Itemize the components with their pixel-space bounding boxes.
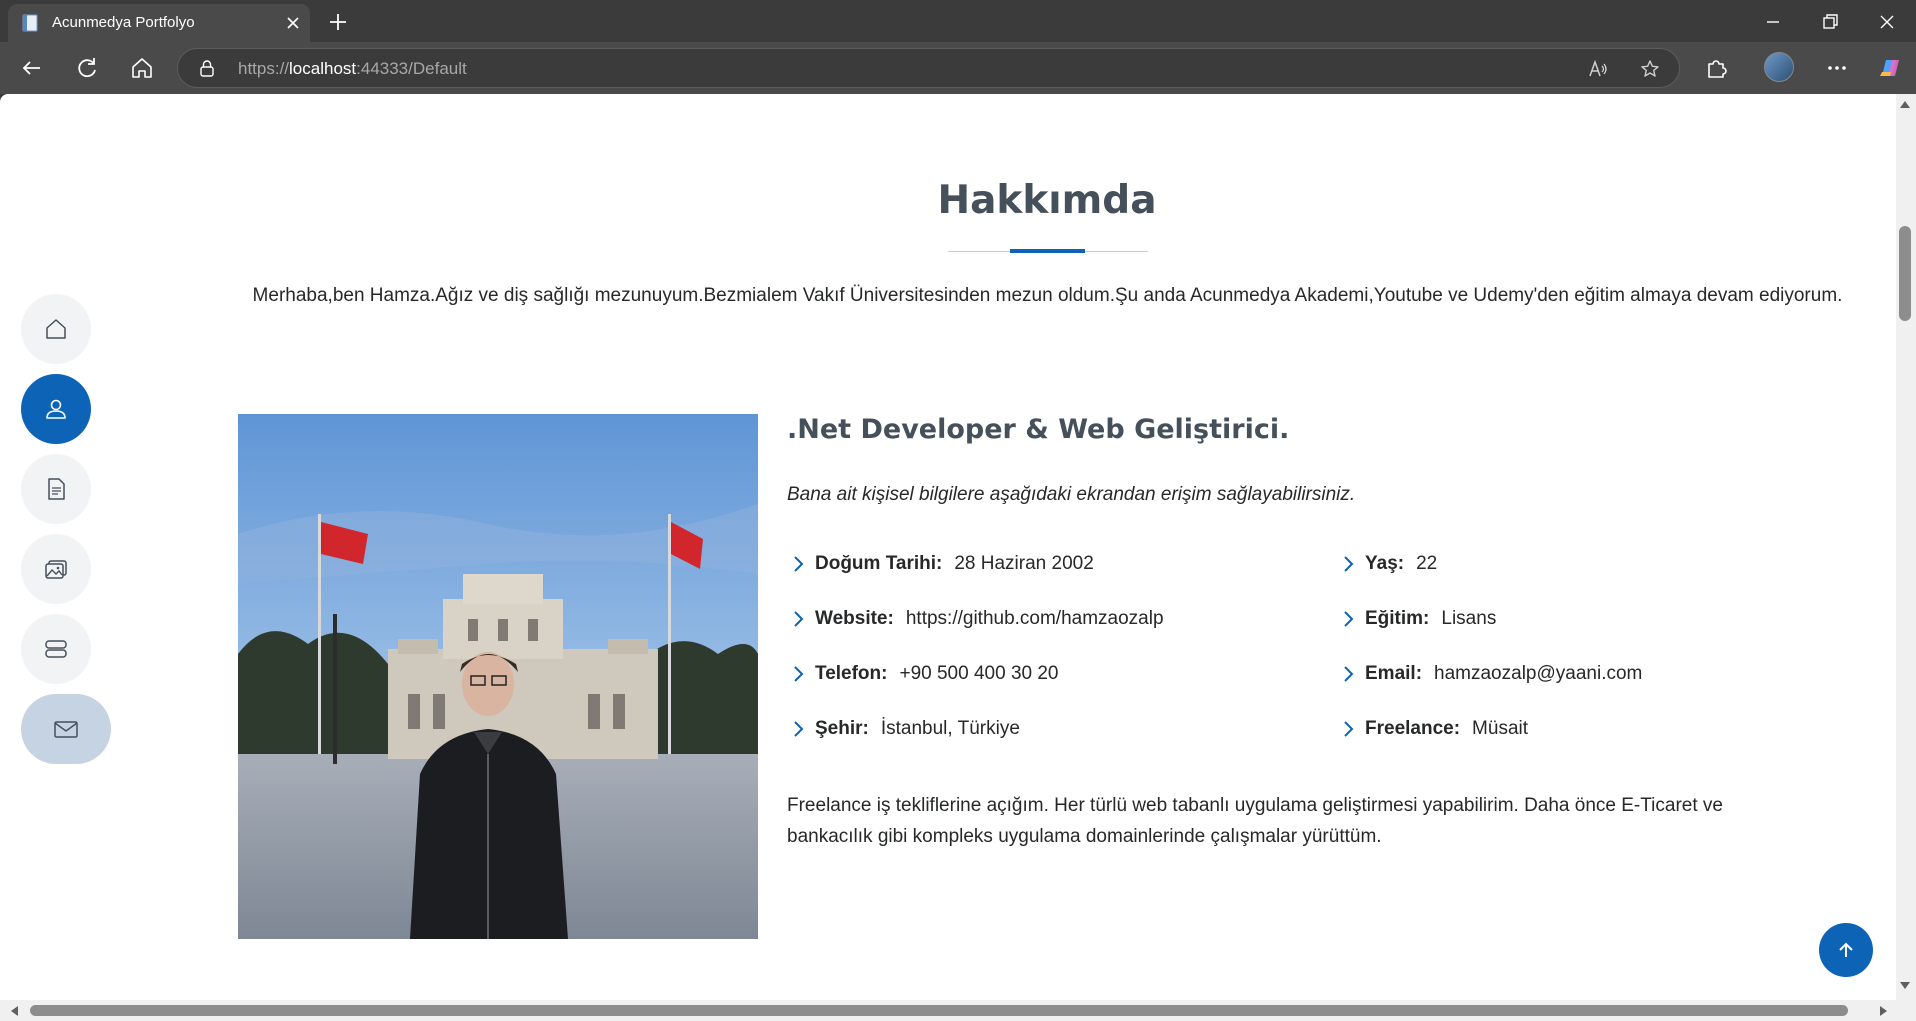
chevron-right-icon <box>794 556 804 572</box>
restore-icon[interactable] <box>1816 8 1844 36</box>
home-icon <box>46 319 66 339</box>
browser-tabbar: Acunmedya Portfolyo <box>0 0 1916 42</box>
horizontal-scroll-thumb[interactable] <box>30 1005 1848 1016</box>
lock-icon[interactable] <box>198 59 216 77</box>
chevron-right-icon <box>794 721 804 737</box>
info-email: Email: hamzaozalp@yaani.com <box>1337 659 1642 689</box>
close-window-icon[interactable] <box>1873 8 1901 36</box>
scroll-right-arrow-icon[interactable] <box>1878 1004 1890 1018</box>
chevron-right-icon <box>1344 666 1354 682</box>
info-age: Yaş: 22 <box>1337 549 1437 579</box>
close-tab-icon[interactable] <box>282 12 304 34</box>
browser-toolbar: https://localhost:44333/Default <box>0 42 1916 94</box>
back-to-top-button[interactable] <box>1819 923 1873 977</box>
scroll-up-arrow-icon[interactable] <box>1898 98 1912 110</box>
nav-about-button[interactable] <box>21 374 91 444</box>
copilot-icon[interactable] <box>1876 54 1904 82</box>
nav-contact-button[interactable] <box>21 694 111 764</box>
freelance-description: Freelance iş tekliflerine açığım. Her tü… <box>787 795 1723 847</box>
chevron-right-icon <box>1344 721 1354 737</box>
favorite-star-icon[interactable] <box>1639 58 1661 80</box>
minimize-icon[interactable] <box>1759 8 1787 36</box>
home-browser-icon[interactable] <box>126 52 158 84</box>
envelope-icon <box>54 721 78 738</box>
nav-home-button[interactable] <box>21 294 91 364</box>
nav-portfolio-button[interactable] <box>21 534 91 604</box>
page-favicon-icon <box>22 14 38 32</box>
images-icon <box>45 560 67 579</box>
back-icon[interactable] <box>16 52 48 84</box>
profile-photo <box>238 414 758 939</box>
arrow-up-icon <box>1839 942 1853 957</box>
server-icon <box>45 640 67 658</box>
info-phone: Telefon: +90 500 400 30 20 <box>787 659 1059 689</box>
chevron-right-icon <box>794 611 804 627</box>
info-birthdate: Doğum Tarihi: 28 Haziran 2002 <box>787 549 1094 579</box>
role-lead: Bana ait kişisel bilgilere aşağıdaki ekr… <box>787 484 1356 505</box>
refresh-icon[interactable] <box>71 52 103 84</box>
scroll-left-arrow-icon[interactable] <box>8 1004 20 1018</box>
browser-tab[interactable]: Acunmedya Portfolyo <box>8 4 310 42</box>
address-bar[interactable]: https://localhost:44333/Default <box>177 48 1680 88</box>
info-city: Şehir: İstanbul, Türkiye <box>787 714 1020 744</box>
info-website: Website: https://github.com/hamzaozalp <box>787 604 1164 634</box>
chevron-right-icon <box>794 666 804 682</box>
profile-avatar[interactable] <box>1764 52 1794 82</box>
scroll-down-arrow-icon[interactable] <box>1898 980 1912 992</box>
page-viewport: Hakkımda Merhaba,ben Hamza.Ağız ve diş s… <box>0 94 1896 1000</box>
title-accent-bar <box>1010 249 1085 253</box>
about-intro: Merhaba,ben Hamza.Ağız ve diş sağlığı me… <box>252 285 1843 306</box>
read-aloud-icon[interactable] <box>1587 58 1609 80</box>
person-icon <box>46 399 66 419</box>
tab-title: Acunmedya Portfolyo <box>52 14 195 31</box>
info-education: Eğitim: Lisans <box>1337 604 1496 634</box>
nav-resume-button[interactable] <box>21 454 91 524</box>
document-icon <box>48 478 65 500</box>
new-tab-icon[interactable] <box>324 8 352 36</box>
nav-services-button[interactable] <box>21 614 91 684</box>
chevron-right-icon <box>1344 611 1354 627</box>
about-title: Hakkımda <box>937 178 1157 223</box>
info-freelance: Freelance: Müsait <box>1337 714 1528 744</box>
role-title: .Net Developer & Web Geliştirici. <box>787 414 1290 445</box>
extensions-icon[interactable] <box>1700 52 1732 84</box>
chevron-right-icon <box>1344 556 1354 572</box>
more-options-icon[interactable] <box>1821 52 1853 84</box>
url-text[interactable]: https://localhost:44333/Default <box>238 59 467 79</box>
vertical-scroll-thumb[interactable] <box>1899 226 1911 321</box>
